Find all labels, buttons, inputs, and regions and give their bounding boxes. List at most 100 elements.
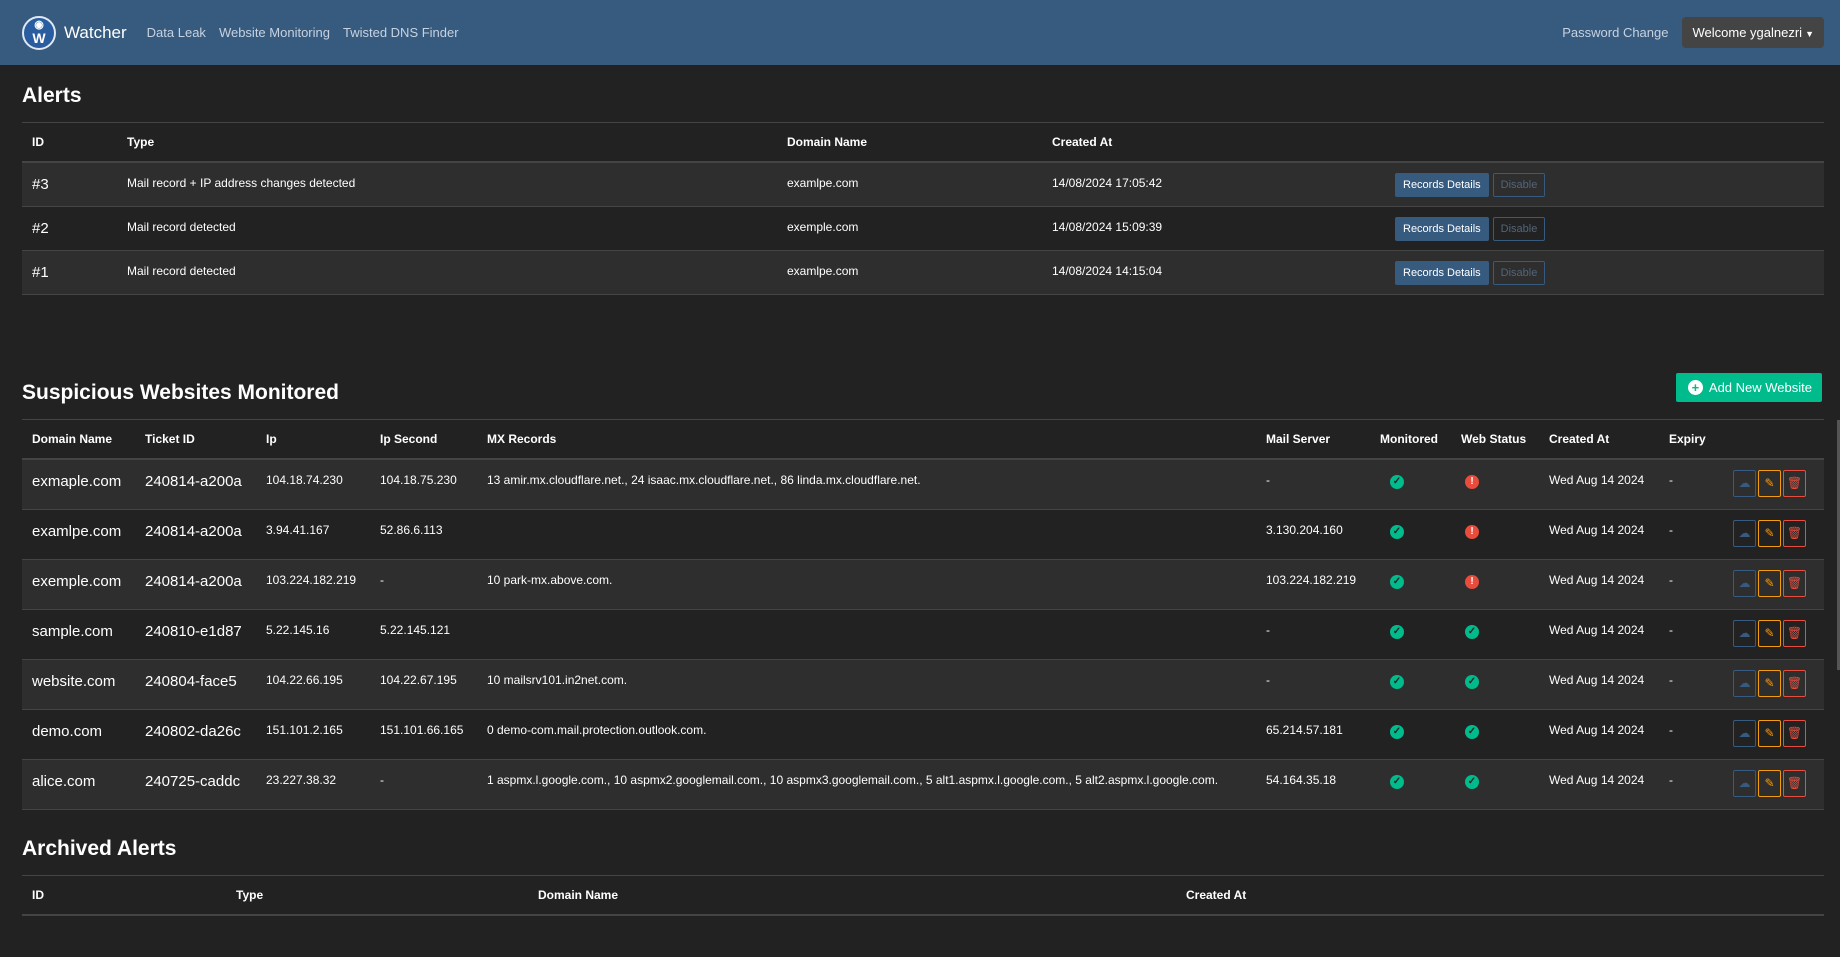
website-mail-server: 3.130.204.160 xyxy=(1266,522,1343,537)
cloud-upload-icon[interactable]: ☁ xyxy=(1733,519,1756,547)
cloud-upload-icon[interactable]: ☁ xyxy=(1733,470,1756,497)
website-expiry: - xyxy=(1669,622,1673,637)
cloud-upload-icon[interactable]: ☁ xyxy=(1733,769,1756,797)
trash-icon[interactable]: 🗑 xyxy=(1783,519,1806,547)
navbar: ◉ W Watcher Data Leak Website Monitoring … xyxy=(0,0,1840,65)
add-new-website-label: Add New Website xyxy=(1708,380,1812,395)
website-mail-server: 65.214.57.181 xyxy=(1266,722,1343,737)
alert-type: Mail record detected xyxy=(127,219,236,234)
archived-section: Archived Alerts ID Type Domain Name Crea… xyxy=(22,837,1824,916)
edit-icon[interactable]: ✎ xyxy=(1758,719,1781,747)
watcher-logo-icon: ◉ W xyxy=(22,15,56,50)
cloud-upload-icon[interactable]: ☁ xyxy=(1733,669,1756,697)
edit-icon[interactable]: ✎ xyxy=(1758,669,1781,697)
edit-icon[interactable]: ✎ xyxy=(1758,769,1781,797)
website-ticket: 240810-e1d87 xyxy=(145,622,242,640)
col-created: Created At xyxy=(1052,135,1113,149)
monitored-status: ✓ xyxy=(1370,609,1451,659)
records-details-button[interactable]: Records Details xyxy=(1395,216,1489,241)
website-domain: website.com xyxy=(32,672,116,690)
website-mx: 10 mailsrv101.in2net.com. xyxy=(487,672,628,687)
website-row: alice.com 240725-caddc 23.227.38.32 - 1 aspm… xyxy=(22,759,1824,809)
website-created: Wed Aug 14 2024 xyxy=(1549,772,1645,787)
brand[interactable]: ◉ W Watcher xyxy=(22,15,127,50)
website-ticket: 240802-da26c xyxy=(145,722,241,740)
cloud-upload-icon[interactable]: ☁ xyxy=(1733,569,1756,597)
alert-created: 14/08/2024 17:05:42 xyxy=(1052,176,1163,190)
alert-actions: Records Details Disable xyxy=(1385,206,1824,250)
website-domain: demo.com xyxy=(32,722,103,740)
trash-icon[interactable]: 🗑 xyxy=(1783,569,1806,597)
cloud-upload-icon[interactable]: ☁ xyxy=(1733,619,1756,647)
check-circle-icon: ✓ xyxy=(1390,774,1404,789)
alert-actions: Records Details Disable xyxy=(1385,250,1824,294)
alerts-title: Alerts xyxy=(22,84,82,107)
monitored-status: ✓ xyxy=(1370,559,1451,609)
website-ip: 104.18.74.230 xyxy=(266,473,343,487)
trash-icon[interactable]: 🗑 xyxy=(1783,669,1806,697)
website-expiry: - xyxy=(1669,672,1673,687)
website-ip-second: - xyxy=(380,772,384,787)
website-ip: 23.227.38.32 xyxy=(266,772,337,787)
alert-domain: exemple.com xyxy=(787,219,859,234)
plus-circle-icon: + xyxy=(1687,380,1703,395)
website-mx: 13 amir.mx.cloudflare.net., 24 isaac.mx.… xyxy=(487,473,921,487)
disable-button[interactable]: Disable xyxy=(1492,260,1546,285)
website-actions: ☁ ✎ 🗑 xyxy=(1719,609,1824,659)
alert-id: #1 xyxy=(32,263,49,281)
web-status: ! xyxy=(1451,459,1539,509)
alert-circle-icon: ! xyxy=(1465,475,1479,489)
website-row: demo.com 240802-da26c 151.101.2.165 151.101… xyxy=(22,709,1824,759)
archived-table: ID Type Domain Name Created At xyxy=(22,875,1824,916)
alert-circle-icon: ! xyxy=(1465,524,1479,539)
alert-domain: examlpe.com xyxy=(787,263,859,278)
web-status: ! xyxy=(1451,509,1539,559)
nav-link-website-monitoring[interactable]: Website Monitoring xyxy=(219,25,330,40)
monitored-section: Suspicious Websites Monitored + Add New … xyxy=(22,373,1824,810)
check-circle-icon: ✓ xyxy=(1465,624,1479,639)
monitored-status: ✓ xyxy=(1370,659,1451,709)
col-ticket-id: Ticket ID xyxy=(145,432,195,446)
website-row: website.com 240804-face5 104.22.66.195 104.… xyxy=(22,659,1824,709)
trash-icon[interactable]: 🗑 xyxy=(1783,769,1806,797)
col-archived-created: Created At xyxy=(1186,888,1247,902)
monitored-status: ✓ xyxy=(1370,509,1451,559)
trash-icon[interactable]: 🗑 xyxy=(1783,470,1806,497)
col-archived-type: Type xyxy=(236,888,264,902)
col-monitored: Monitored xyxy=(1380,432,1438,446)
check-circle-icon: ✓ xyxy=(1390,574,1404,589)
user-menu-button[interactable]: Welcome ygalnezri ▼ xyxy=(1682,17,1824,48)
website-ip-second: 151.101.66.165 xyxy=(380,722,464,737)
edit-icon[interactable]: ✎ xyxy=(1758,619,1781,647)
check-circle-icon: ✓ xyxy=(1390,724,1404,739)
records-details-button[interactable]: Records Details xyxy=(1395,260,1489,285)
website-ip: 151.101.2.165 xyxy=(266,722,343,737)
col-expiry: Expiry xyxy=(1669,432,1706,446)
website-ip: 103.224.182.219 xyxy=(266,572,357,587)
disable-button[interactable]: Disable xyxy=(1492,173,1546,197)
check-circle-icon: ✓ xyxy=(1465,774,1479,789)
edit-icon[interactable]: ✎ xyxy=(1758,569,1781,597)
edit-icon[interactable]: ✎ xyxy=(1758,519,1781,547)
col-type: Type xyxy=(127,135,155,149)
web-status: ! xyxy=(1451,559,1539,609)
col-row-actions xyxy=(1719,420,1824,460)
trash-icon[interactable]: 🗑 xyxy=(1783,619,1806,647)
website-ip: 104.22.66.195 xyxy=(266,672,343,687)
add-new-website-button[interactable]: + Add New Website xyxy=(1675,373,1822,402)
cloud-upload-icon[interactable]: ☁ xyxy=(1733,719,1756,747)
website-ip: 5.22.145.16 xyxy=(266,622,330,637)
records-details-button[interactable]: Records Details xyxy=(1395,173,1489,197)
nav-link-twisted-dns-finder[interactable]: Twisted DNS Finder xyxy=(343,25,459,40)
edit-icon[interactable]: ✎ xyxy=(1758,470,1781,497)
website-expiry: - xyxy=(1669,522,1673,537)
website-domain: alice.com xyxy=(32,772,96,790)
trash-icon[interactable]: 🗑 xyxy=(1783,719,1806,747)
nav-link-data-leak[interactable]: Data Leak xyxy=(147,25,206,40)
password-change-link[interactable]: Password Change xyxy=(1562,25,1668,40)
alert-row: #2 Mail record detected exemple.com 14/08/2… xyxy=(22,206,1824,250)
alert-type: Mail record detected xyxy=(127,263,236,278)
disable-button[interactable]: Disable xyxy=(1492,216,1546,241)
monitored-table: Domain Name Ticket ID Ip Ip Second MX Re… xyxy=(22,419,1824,810)
website-actions: ☁ ✎ 🗑 xyxy=(1719,759,1824,809)
